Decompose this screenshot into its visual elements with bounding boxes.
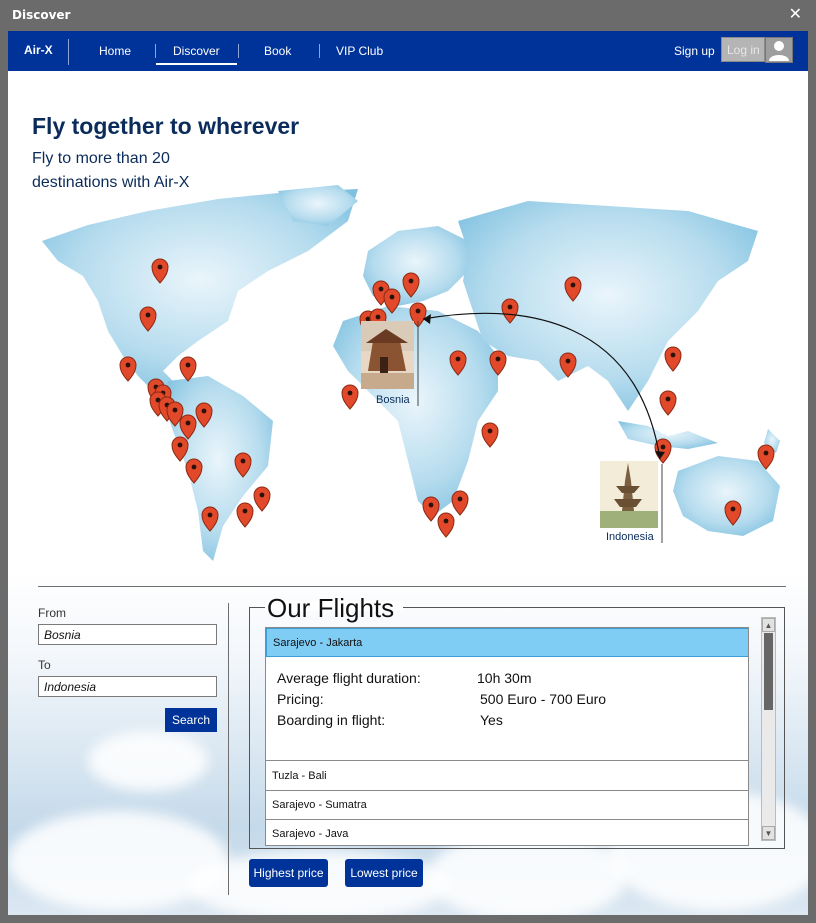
detail-key: Pricing: [277,691,324,707]
world-map: Bosnia Indonesia [42,185,780,561]
origin-label: Bosnia [376,394,411,406]
signup-link[interactable]: Sign up [674,44,715,58]
from-field[interactable]: Bosnia [38,624,217,645]
brand-logo: Air-X [24,43,53,57]
top-nav: Air-X Home Discover Book VIP Club Sign u… [8,31,808,71]
detail-key: Average flight duration: [277,670,421,686]
list-item[interactable]: Sarajevo - Java [266,820,748,845]
list-item[interactable]: Tuzla - Bali [266,762,748,791]
scroll-down-icon[interactable]: ▼ [762,826,775,840]
to-field[interactable]: Indonesia [38,676,217,697]
login-button[interactable]: Log in [721,37,765,62]
active-tab-indicator [156,63,237,65]
continent-australia [673,456,780,536]
flights-title: Our Flights [267,593,395,623]
nav-item-vip-club[interactable]: VIP Club [336,44,383,58]
nav-item-discover[interactable]: Discover [173,44,220,58]
list-item-selected[interactable]: Sarajevo - Jakarta [266,628,748,657]
from-label: From [38,606,66,620]
close-icon[interactable]: ✕ [789,4,802,23]
window-title: Discover [12,8,71,22]
nav-divider [319,44,320,58]
section-divider [38,586,786,587]
scroll-thumb[interactable] [764,633,773,710]
to-label: To [38,658,51,672]
search-button[interactable]: Search [165,708,217,732]
list-item[interactable]: Sarajevo - Sumatra [266,791,748,820]
column-divider [228,603,229,895]
page-title: Fly together to wherever [32,113,300,139]
nav-item-book[interactable]: Book [264,44,291,58]
detail-key: Boarding in flight: [277,712,386,728]
nav-item-home[interactable]: Home [99,44,131,58]
detail-value: Yes [480,712,503,728]
app-window: Discover ✕ Air-X Home Discover Book VIP … [0,0,816,923]
cloud [88,731,208,791]
list-scrollbar[interactable]: ▲ ▼ [761,617,776,841]
flight-details: Average flight duration: 10h 30m Pricing… [266,658,748,761]
user-avatar-icon[interactable] [765,37,793,63]
scroll-up-icon[interactable]: ▲ [762,618,775,632]
client-area: Air-X Home Discover Book VIP Club Sign u… [8,31,808,915]
detail-value: 500 Euro - 700 Euro [480,691,607,707]
highest-price-button[interactable]: Highest price [249,859,328,887]
destination-label: Indonesia [606,531,655,543]
detail-value: 10h 30m [477,670,532,686]
lowest-price-button[interactable]: Lowest price [345,859,423,887]
title-bar: Discover ✕ [0,0,816,31]
nav-divider [238,44,239,58]
nav-divider [155,44,156,58]
nav-divider [68,39,69,65]
flights-list[interactable]: Sarajevo - Jakarta Average flight durati… [265,627,749,846]
continent-africa [333,306,498,516]
